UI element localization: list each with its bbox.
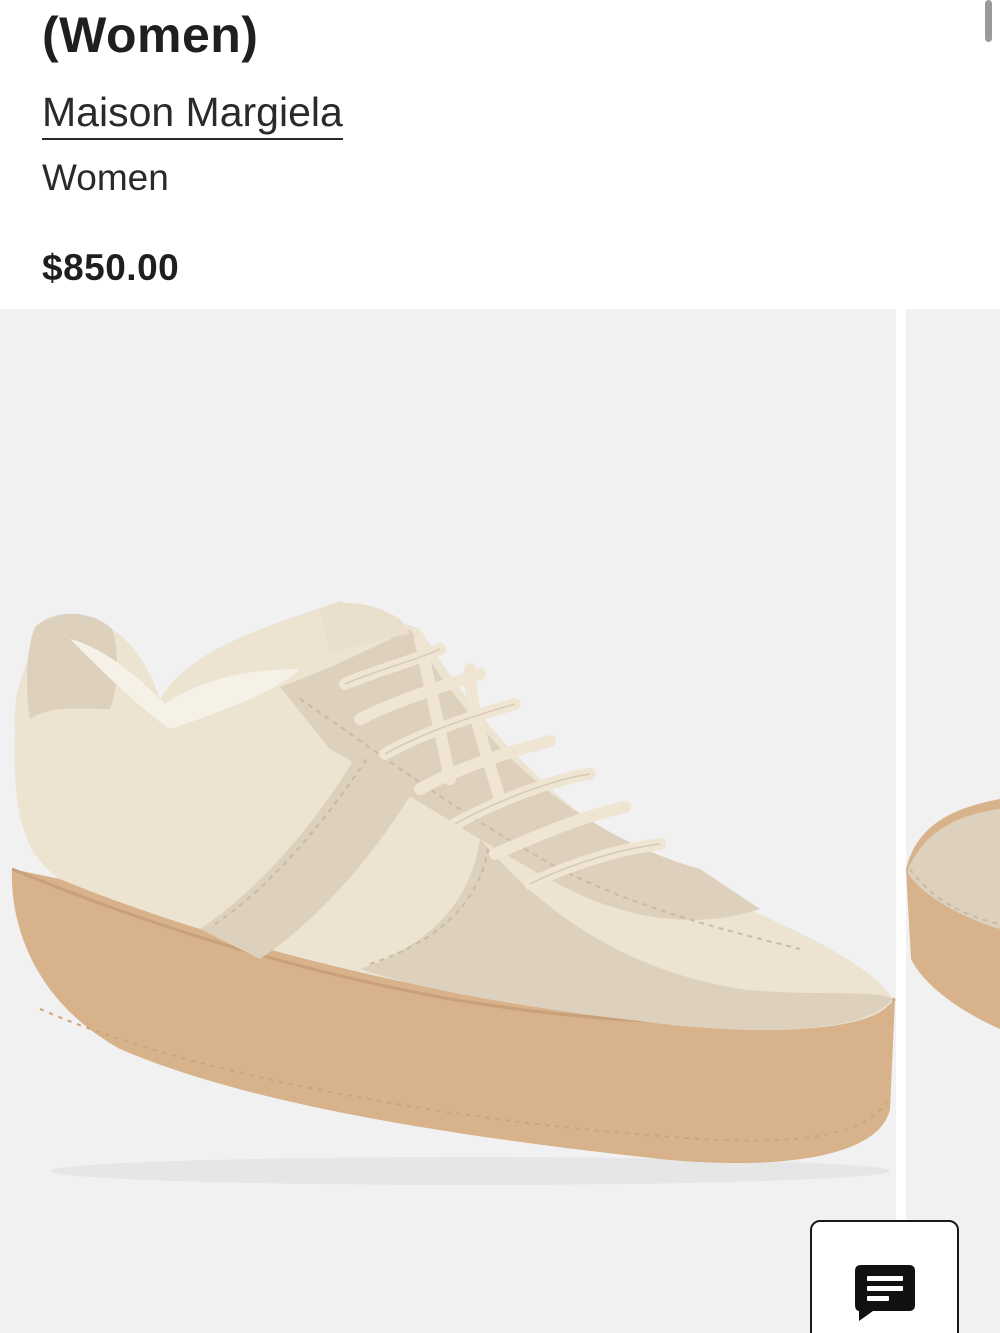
- product-image-next[interactable]: [906, 309, 1000, 1333]
- chat-bubble-icon: [855, 1265, 915, 1321]
- product-page: (Women) Maison Margiela Women $850.00: [0, 0, 1000, 1333]
- sneaker-illustration: [11, 601, 896, 1185]
- product-image-gallery[interactable]: [0, 309, 1000, 1333]
- sneaker-illustration-partial: [906, 799, 1000, 1029]
- product-image-main[interactable]: [0, 309, 896, 1333]
- scrollbar[interactable]: [985, 0, 992, 42]
- chat-button[interactable]: [810, 1220, 959, 1333]
- department-label: Women: [42, 157, 169, 198]
- product-title: (Women): [42, 7, 259, 63]
- product-price: $850.00: [42, 247, 180, 288]
- brand-link[interactable]: Maison Margiela: [42, 88, 343, 140]
